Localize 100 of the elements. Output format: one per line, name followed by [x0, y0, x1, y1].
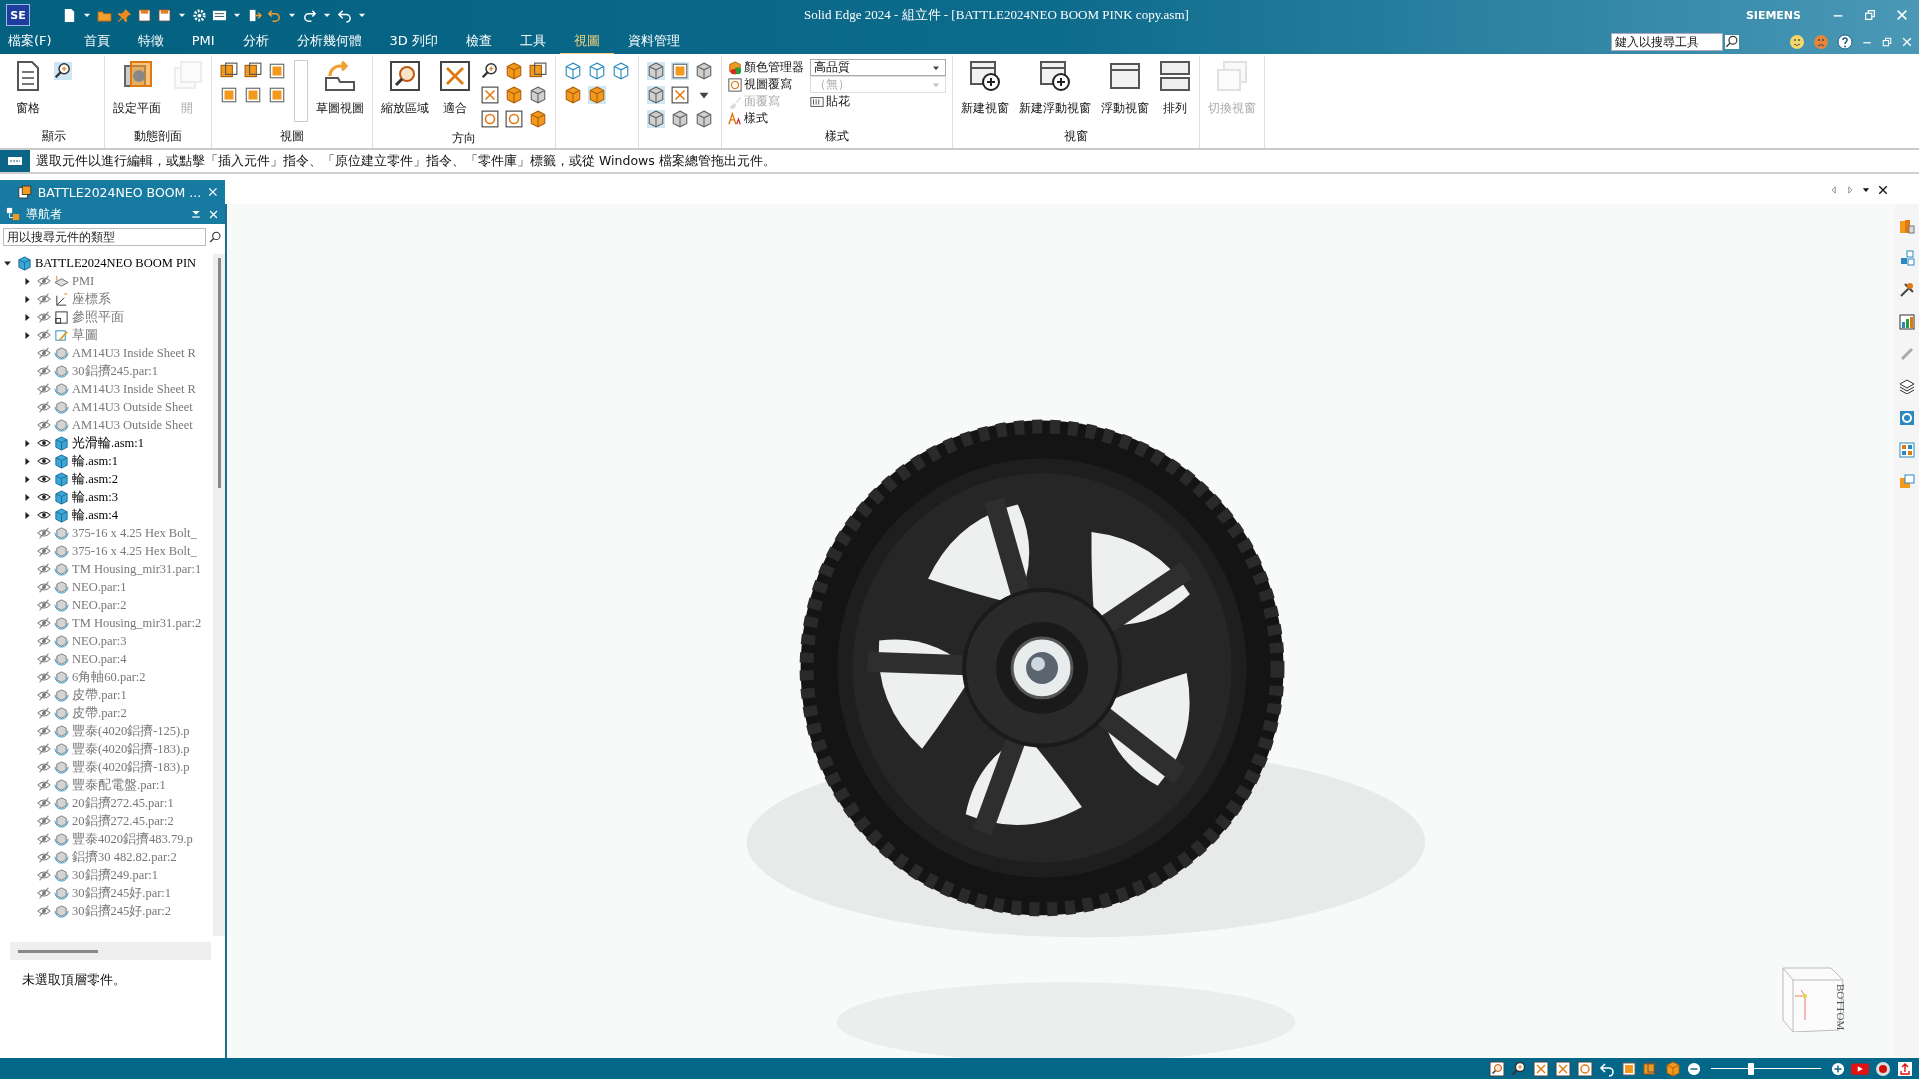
ribbon-button[interactable]: 顏色管理器 — [728, 59, 804, 76]
eye-icon[interactable] — [37, 436, 51, 450]
smiley-icon[interactable] — [1789, 34, 1805, 50]
cube-icon[interactable] — [529, 86, 547, 104]
menu-tab[interactable]: 分析幾何體 — [282, 29, 376, 55]
zoom-toggle-icon[interactable] — [54, 62, 72, 80]
scroll-right-icon[interactable] — [1845, 185, 1855, 195]
tree-item[interactable]: 20鋁擠272.45.par:1 — [72, 794, 174, 812]
ribbon-button[interactable]: 排列 — [1157, 56, 1193, 121]
slider-thumb[interactable] — [1747, 1062, 1754, 1075]
tree-item[interactable]: 參照平面 — [72, 308, 124, 326]
zoom-icon[interactable] — [1511, 1060, 1527, 1077]
hidden-eye-icon[interactable] — [37, 562, 51, 576]
menu-tab[interactable]: 特徵 — [123, 29, 178, 55]
menu-tab[interactable]: 3D 列印 — [375, 29, 452, 55]
books-icon[interactable] — [1899, 218, 1915, 234]
hidden-eye-icon[interactable] — [37, 886, 51, 900]
tree-item[interactable]: 皮帶.par:1 — [72, 686, 127, 704]
ribbon-button[interactable]: 浮動視窗 — [1099, 56, 1151, 121]
hidden-eye-icon[interactable] — [37, 778, 51, 792]
cube-icon[interactable] — [671, 110, 689, 128]
tree-item[interactable]: AM14U3 Inside Sheet R — [72, 381, 196, 397]
cube-icon[interactable] — [1665, 1060, 1681, 1077]
hidden-eye-icon[interactable] — [37, 544, 51, 558]
tree-item[interactable]: 375-16 x 4.25 Hex Bolt_ — [72, 525, 197, 541]
eye-icon[interactable] — [37, 454, 51, 468]
tree-item[interactable]: NEO.par:1 — [72, 579, 127, 595]
hidden-eye-icon[interactable] — [37, 796, 51, 810]
ribbon-button[interactable]: 縮放區域 — [379, 56, 431, 121]
search-icon[interactable] — [1725, 35, 1739, 49]
view-icon[interactable] — [1643, 1060, 1659, 1077]
prompt-bar-button[interactable] — [0, 150, 30, 172]
tools-icon[interactable] — [1899, 282, 1915, 298]
gear-icon[interactable] — [192, 7, 207, 23]
ribbon-button[interactable]: 新建視窗 — [959, 56, 1011, 121]
eye-icon[interactable] — [37, 472, 51, 486]
tree-item[interactable]: TM Housing_mir31.par:2 — [72, 615, 202, 631]
hidden-eye-icon[interactable] — [37, 832, 51, 846]
scrollbar-thumb[interactable] — [18, 949, 98, 953]
hidden-eye-icon[interactable] — [37, 616, 51, 630]
dropdown[interactable]: 高品質 — [810, 59, 946, 76]
tree-item[interactable]: 草圖 — [72, 326, 98, 344]
tree-item[interactable]: 輪.asm:3 — [72, 488, 118, 506]
new-file-icon[interactable] — [62, 7, 77, 23]
ribbon-button[interactable]: 貼花 — [810, 93, 946, 110]
shaded-cube-icon[interactable] — [588, 86, 606, 104]
tree-item[interactable]: AM14U3 Outside Sheet — [72, 417, 193, 433]
tree-item[interactable]: PMI — [72, 273, 95, 289]
hidden-eye-icon[interactable] — [37, 742, 51, 756]
eye-icon[interactable] — [37, 508, 51, 522]
scrollbar[interactable] — [213, 254, 225, 936]
hidden-eye-icon[interactable] — [37, 706, 51, 720]
record-icon[interactable] — [1875, 1060, 1891, 1077]
menu-tab[interactable]: 檢查 — [451, 29, 506, 55]
view-icon[interactable] — [268, 86, 286, 104]
tree-item[interactable]: NEO.par:4 — [72, 651, 127, 667]
restore-icon[interactable] — [1881, 36, 1893, 48]
view-icon[interactable] — [220, 62, 238, 80]
hidden-eye-icon[interactable] — [37, 688, 51, 702]
ribbon-button[interactable]: 樣式 — [728, 110, 804, 127]
tree-item[interactable]: TM Housing_mir31.par:1 — [72, 561, 202, 577]
scrollbar-thumb[interactable] — [218, 258, 221, 488]
tree-item[interactable]: 豐泰(4020鋁擠-183).p — [72, 740, 190, 758]
search-icon[interactable] — [209, 230, 222, 244]
grid-icon[interactable] — [1899, 442, 1915, 458]
tree-item[interactable]: 30鋁擠245.par:1 — [72, 362, 159, 380]
cube-icon[interactable] — [695, 110, 713, 128]
save-as-icon[interactable] — [157, 7, 172, 23]
hidden-eye-icon[interactable] — [37, 346, 51, 360]
search-field[interactable]: 鍵入以搜尋工具 — [1611, 33, 1723, 51]
tree-item[interactable]: 輪.asm:2 — [72, 470, 118, 488]
frown-face-icon[interactable] — [1813, 34, 1829, 50]
menu-tab[interactable]: 首頁 — [69, 29, 124, 55]
upload-icon[interactable] — [1897, 1060, 1913, 1077]
tree-item[interactable]: NEO.par:3 — [72, 633, 127, 649]
close-icon[interactable] — [1877, 184, 1889, 196]
ribbon-button[interactable]: 草圖視圖 — [314, 56, 366, 121]
hidden-eye-icon[interactable] — [37, 292, 51, 306]
hidden-eye-icon[interactable] — [37, 760, 51, 774]
ribbon-button[interactable]: 窗格 — [10, 56, 46, 121]
eye-icon[interactable] — [37, 490, 51, 504]
back-arrow-icon[interactable] — [1599, 1060, 1615, 1077]
tree-item[interactable]: 豐泰(4020鋁擠-183).p — [72, 758, 190, 776]
document-tab[interactable]: BATTLE2024NEO BOOM ... — [0, 180, 225, 204]
tree-item[interactable]: 輪.asm:1 — [72, 452, 118, 470]
layers-icon[interactable] — [1899, 378, 1915, 394]
hidden-eye-icon[interactable] — [37, 850, 51, 864]
hidden-eye-icon[interactable] — [37, 364, 51, 378]
fit-icon[interactable] — [1533, 1060, 1549, 1077]
hidden-eye-icon[interactable] — [37, 724, 51, 738]
hidden-eye-icon[interactable] — [37, 598, 51, 612]
hidden-eye-icon[interactable] — [37, 904, 51, 918]
ribbon-button[interactable]: 設定平面 — [111, 56, 163, 121]
menu-tab[interactable]: 檔案(F) — [6, 29, 70, 55]
restore-icon[interactable] — [1863, 8, 1877, 22]
cube-icon[interactable] — [529, 110, 547, 128]
search-field[interactable]: 用以搜尋元件的類型 — [3, 228, 206, 246]
tree-item[interactable]: 豐泰配電盤.par:1 — [72, 776, 166, 794]
hidden-eye-icon[interactable] — [37, 274, 51, 288]
view-icon[interactable] — [529, 62, 547, 80]
